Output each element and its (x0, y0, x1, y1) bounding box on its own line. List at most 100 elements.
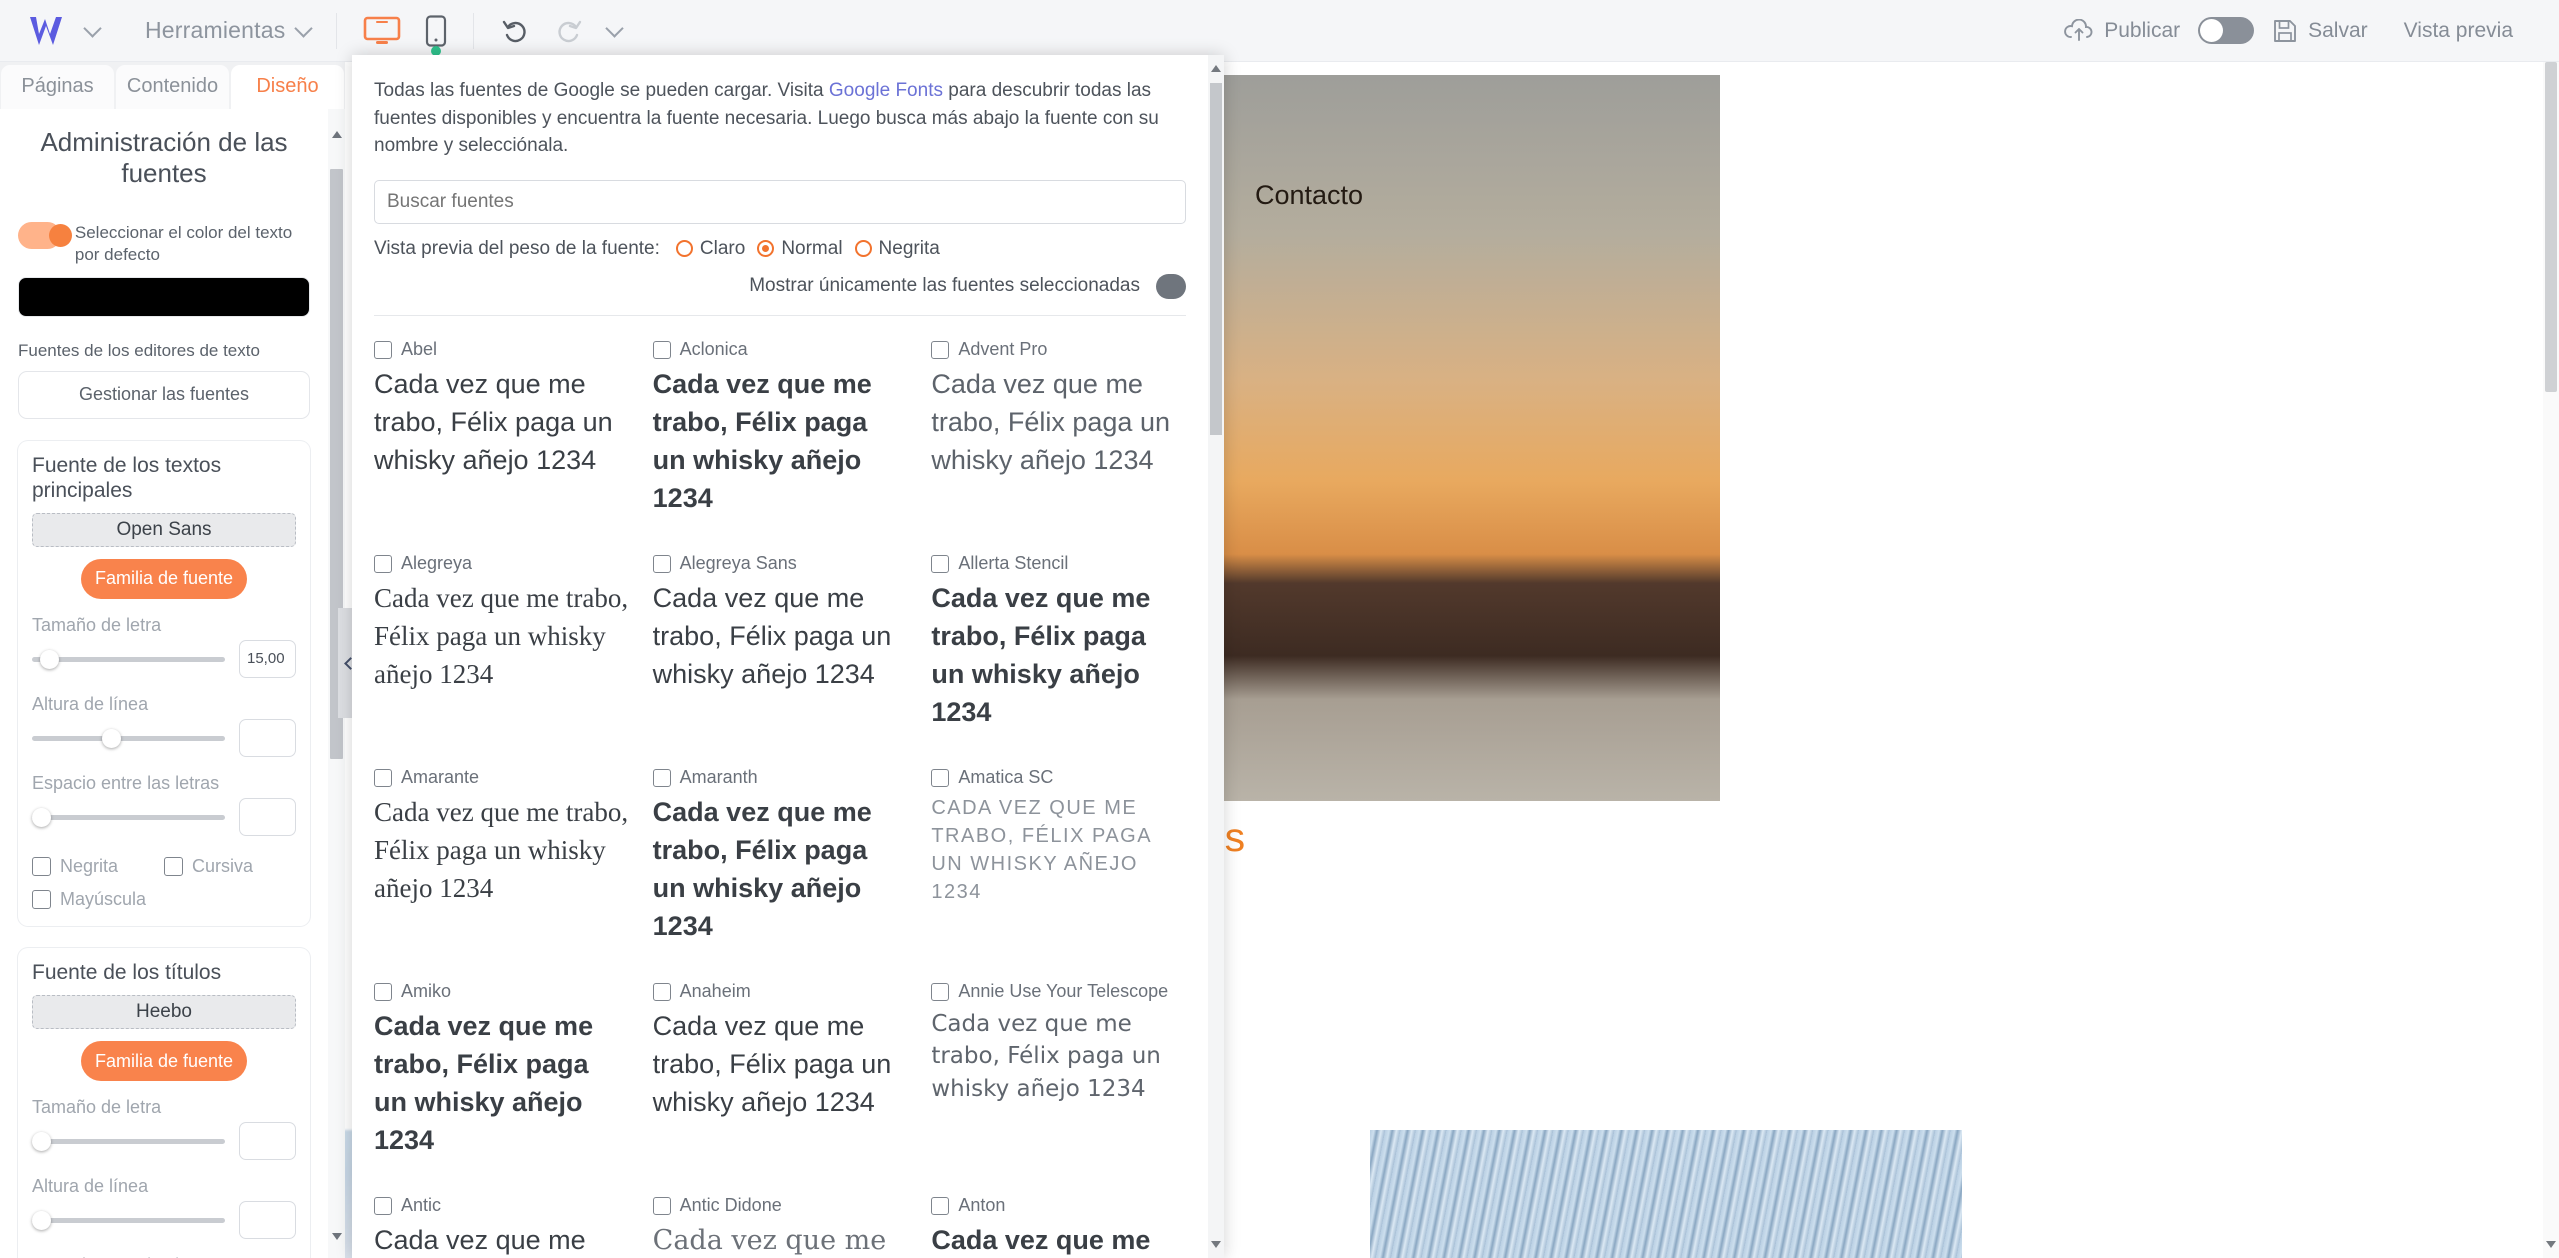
tab-contenido[interactable]: Contenido (116, 65, 229, 109)
font-search-input[interactable] (374, 179, 1186, 224)
font-option-header: Antic (374, 1194, 629, 1217)
font-option-checkbox[interactable] (931, 340, 950, 359)
slider-thumb[interactable] (32, 807, 51, 827)
redo-button[interactable] (542, 10, 596, 52)
scroll-down-arrow-icon[interactable] (1211, 1241, 1221, 1248)
body-font-name-chip[interactable]: Open Sans (32, 512, 296, 547)
body-letter-spacing-input[interactable] (239, 797, 296, 836)
scroll-up-arrow-icon[interactable] (1211, 65, 1221, 72)
tools-dropdown-button[interactable] (285, 0, 322, 62)
body-font-size-input[interactable]: 15,00 (239, 639, 296, 678)
font-option[interactable]: Amiko Cada vez que me trabo, Félix paga u… (374, 980, 629, 1194)
font-option-checkbox[interactable] (931, 982, 950, 1001)
scroll-down-arrow-icon[interactable] (332, 1233, 342, 1240)
title-line-height-label: Altura de línea (32, 1176, 149, 1197)
font-option[interactable]: Aclonica Cada vez que me trabo, Félix pag… (652, 338, 908, 552)
font-option-checkbox[interactable] (374, 768, 392, 787)
title-font-family-button[interactable]: Familia de fuente (81, 1041, 247, 1082)
desktop-view-button[interactable] (351, 10, 413, 52)
scroll-up-arrow-icon[interactable] (332, 131, 342, 138)
body-font-family-button[interactable]: Familia de fuente (81, 558, 247, 599)
publish-toggle[interactable] (2198, 17, 2255, 44)
tools-menu-label[interactable]: Herramientas (145, 17, 285, 44)
top-toolbar: Herramientas Publicar Salvar Vista previ… (0, 0, 2559, 62)
font-option[interactable]: Allerta Stencil Cada vez que me trabo, Fé… (931, 552, 1186, 766)
title-line-height-slider[interactable] (32, 1209, 225, 1231)
font-option[interactable]: Antic Cada vez que me trabo, Félix paga u… (374, 1194, 629, 1258)
font-option[interactable]: Annie Use Your Telescope Cada vez que me … (931, 980, 1186, 1194)
font-option-sample: Cada vez que me trabo, Félix paga un whi… (931, 797, 1151, 904)
font-option-name: Amaranth (679, 766, 758, 787)
slider-thumb[interactable] (32, 1211, 51, 1231)
body-bold-checkbox[interactable]: Negrita (32, 856, 118, 877)
font-option[interactable]: Alegreya Sans Cada vez que me trabo, Féli… (652, 552, 908, 766)
default-text-color-swatch[interactable] (18, 276, 310, 317)
tab-diseno[interactable]: Diseño (231, 65, 344, 109)
weight-option-label: Claro (699, 237, 746, 259)
font-option-checkbox[interactable] (652, 554, 671, 573)
font-option-checkbox[interactable] (931, 768, 950, 787)
slider-thumb[interactable] (40, 649, 59, 669)
font-option-checkbox[interactable] (652, 1196, 671, 1215)
google-fonts-link[interactable]: Google Fonts (829, 80, 943, 101)
font-option[interactable]: Anton Cada vez que me trabo, Félix paga u… (931, 1194, 1186, 1258)
save-button[interactable]: Salvar (2254, 18, 2386, 44)
mobile-view-button[interactable] (413, 9, 459, 56)
chevron-down-icon (294, 18, 314, 38)
preview-button[interactable]: Vista previa (2386, 19, 2531, 43)
body-italic-checkbox[interactable]: Cursiva (164, 856, 253, 877)
font-option-checkbox[interactable] (374, 982, 392, 1001)
font-option-checkbox[interactable] (931, 554, 950, 573)
font-option-checkbox[interactable] (652, 768, 671, 787)
weight-option-claro[interactable]: Claro (675, 237, 746, 260)
weight-option-normal[interactable]: Normal (757, 237, 843, 260)
publish-button[interactable]: Publicar (2046, 18, 2198, 43)
undo-button[interactable] (488, 10, 542, 52)
nav-item-contact[interactable]: Contacto (1255, 180, 1363, 211)
default-text-color-toggle[interactable] (18, 222, 72, 250)
font-option-sample: Cada vez que me trabo, Félix paga un whi… (374, 797, 629, 903)
font-option-checkbox[interactable] (931, 1196, 950, 1215)
font-option[interactable]: Amatica SC Cada vez que me trabo, Félix p… (931, 766, 1186, 980)
slider-thumb[interactable] (32, 1132, 51, 1152)
font-option[interactable]: Abel Cada vez que me trabo, Félix paga un… (374, 338, 629, 552)
preview-scrollbar[interactable] (2543, 62, 2559, 1258)
slider-thumb[interactable] (102, 728, 121, 748)
tab-paginas[interactable]: Páginas (1, 65, 114, 109)
title-font-size-slider[interactable] (32, 1130, 225, 1152)
app-logo[interactable] (28, 14, 74, 48)
weight-option-negrita[interactable]: Negrita (854, 238, 940, 260)
font-option-checkbox[interactable] (374, 554, 392, 573)
font-option[interactable]: Antic Didone Cada vez que me trabo, Félix… (652, 1194, 908, 1258)
logo-dropdown-button[interactable] (74, 0, 111, 62)
scrollbar-thumb[interactable] (2545, 62, 2557, 392)
w-logo-icon (30, 16, 62, 45)
history-dropdown-button[interactable] (596, 0, 633, 62)
gallery-photo-right[interactable] (1370, 1130, 1962, 1258)
font-option[interactable]: Alegreya Cada vez que me trabo, Félix pag… (374, 552, 629, 766)
font-option[interactable]: Anaheim Cada vez que me trabo, Félix paga… (652, 980, 908, 1194)
show-selected-only-toggle[interactable] (1156, 273, 1186, 299)
font-option-checkbox[interactable] (374, 340, 392, 359)
font-option[interactable]: Amaranth Cada vez que me trabo, Félix pag… (652, 766, 908, 980)
font-option[interactable]: Advent Pro Cada vez que me trabo, Félix p… (931, 338, 1186, 552)
body-line-height-input[interactable] (239, 718, 296, 757)
body-font-size-slider[interactable] (32, 648, 225, 670)
title-font-name-chip[interactable]: Heebo (32, 995, 296, 1030)
scroll-down-arrow-icon[interactable] (2546, 1241, 2556, 1248)
font-option-checkbox[interactable] (374, 1196, 392, 1215)
manage-fonts-button[interactable]: Gestionar las fuentes (18, 370, 310, 419)
body-line-height-slider[interactable] (32, 727, 225, 749)
scrollbar-thumb[interactable] (1210, 83, 1222, 435)
font-option-header: Allerta Stencil (931, 552, 1186, 575)
font-option-checkbox[interactable] (652, 982, 671, 1001)
font-option-checkbox[interactable] (652, 340, 671, 359)
body-letter-spacing-slider[interactable] (32, 806, 225, 828)
weight-preview-label: Vista previa del peso de la fuente: (374, 237, 660, 259)
modal-scrollbar[interactable] (1208, 55, 1224, 1258)
body-uppercase-checkbox[interactable]: Mayúscula (32, 889, 146, 910)
title-font-size-input[interactable] (239, 1122, 296, 1161)
weight-option-label: Normal (781, 237, 843, 259)
font-option[interactable]: Amarante Cada vez que me trabo, Félix pag… (374, 766, 629, 980)
title-line-height-input[interactable] (239, 1201, 296, 1240)
